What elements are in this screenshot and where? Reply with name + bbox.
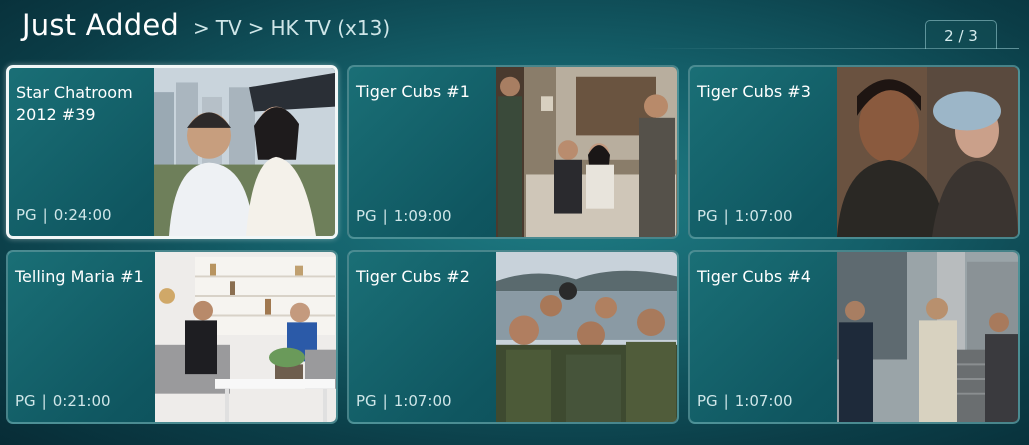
media-tile-tiger-cubs-2[interactable]: Tiger Cubs #2 PG | 1:07:00 (347, 250, 679, 424)
breadcrumb-separator: > (247, 16, 265, 40)
media-tile-telling-maria[interactable]: Telling Maria #1 PG | 0:21:00 (6, 250, 338, 424)
thumbnail-image (837, 252, 1018, 422)
rating-label: PG (15, 392, 36, 410)
duration-label: 1:07:00 (734, 207, 793, 225)
pager-divider (639, 48, 1019, 49)
duration-label: 1:07:00 (393, 392, 452, 410)
page-title: Just Added (22, 8, 180, 42)
tile-meta: PG | 1:09:00 (356, 207, 452, 225)
rating-label: PG (356, 207, 377, 225)
tile-meta: PG | 0:21:00 (15, 392, 111, 410)
media-tile-tiger-cubs-1[interactable]: Tiger Cubs #1 PG | 1:09:00 (347, 65, 679, 239)
page-header: Just Added > TV > HK TV (x13) (22, 8, 390, 48)
media-tile-star-chatroom[interactable]: Star Chatroom 2012 #39 PG | 0:24:00 (6, 65, 338, 239)
breadcrumb-separator: > (193, 16, 210, 40)
thumbnail-image (154, 68, 335, 236)
thumbnail-image (837, 67, 1018, 237)
rating-label: PG (697, 392, 718, 410)
media-tile-tiger-cubs-3[interactable]: Tiger Cubs #3 PG | 1:07:00 (688, 65, 1020, 239)
tile-title: Tiger Cubs #1 (356, 82, 470, 101)
breadcrumb: > TV > HK TV (x13) (187, 16, 390, 40)
tile-title: Star Chatroom 2012 #39 (16, 83, 133, 124)
duration-label: 1:07:00 (734, 392, 793, 410)
breadcrumb-item-hk-tv[interactable]: HK TV (x13) (270, 16, 390, 40)
rating-label: PG (16, 206, 37, 224)
tile-title: Telling Maria #1 (15, 267, 144, 286)
thumbnail-image (496, 252, 677, 422)
tile-title: Tiger Cubs #4 (697, 267, 811, 286)
tile-meta: PG | 1:07:00 (697, 392, 793, 410)
tile-title: Tiger Cubs #2 (356, 267, 470, 286)
media-grid: Star Chatroom 2012 #39 PG | 0:24:00 Tige… (6, 65, 1022, 440)
tile-meta: PG | 1:07:00 (697, 207, 793, 225)
duration-label: 0:24:00 (53, 206, 112, 224)
media-tile-tiger-cubs-4[interactable]: Tiger Cubs #4 PG | 1:07:00 (688, 250, 1020, 424)
rating-label: PG (697, 207, 718, 225)
duration-label: 0:21:00 (52, 392, 111, 410)
page-indicator: 2 / 3 (925, 20, 997, 49)
rating-label: PG (356, 392, 377, 410)
tile-meta: PG | 0:24:00 (16, 206, 112, 224)
thumbnail-image (155, 252, 336, 422)
breadcrumb-item-tv[interactable]: TV (216, 16, 242, 40)
tile-title: Tiger Cubs #3 (697, 82, 811, 101)
tile-meta: PG | 1:07:00 (356, 392, 452, 410)
thumbnail-image (496, 67, 677, 237)
duration-label: 1:09:00 (393, 207, 452, 225)
